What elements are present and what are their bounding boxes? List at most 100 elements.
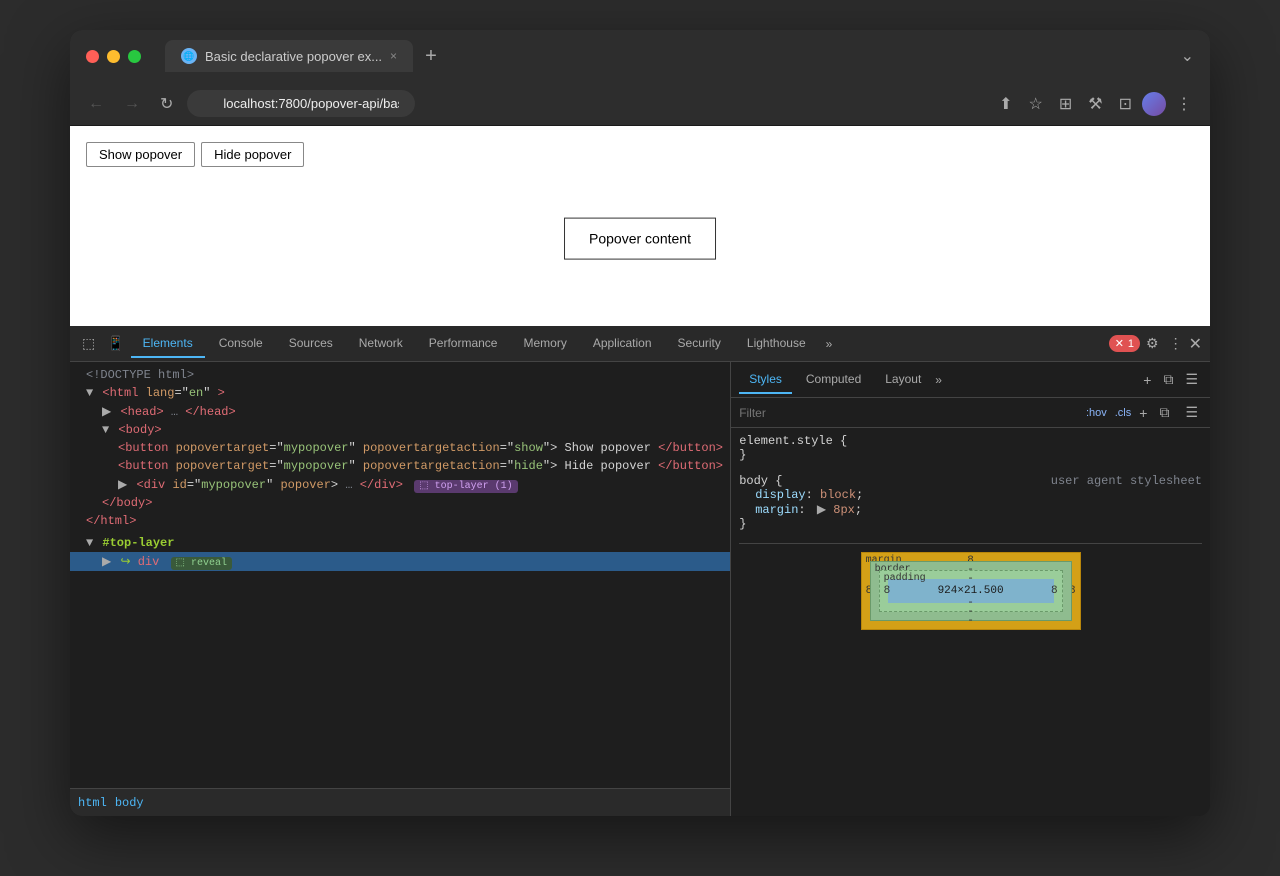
styles-hov-button[interactable]: :hov	[1086, 407, 1107, 419]
styles-tab-styles[interactable]: Styles	[739, 366, 792, 394]
page-buttons: Show popover Hide popover	[86, 142, 1194, 167]
css-display-prop[interactable]: display: block;	[739, 488, 1202, 502]
breadcrumb-body[interactable]: body	[115, 796, 144, 810]
dom-content: <!DOCTYPE html> ▼ <html lang="en" > ▶ <h…	[70, 362, 730, 788]
traffic-lights	[86, 50, 141, 63]
browser-tab[interactable]: 🌐 Basic declarative popover ex... ×	[165, 40, 413, 72]
bookmark-button[interactable]: ☆	[1023, 90, 1049, 118]
devtools-settings-button[interactable]: ⚙	[1142, 331, 1163, 356]
css-rule-body: body { user agent stylesheet display: bl…	[739, 474, 1202, 531]
devtools-inspect-icon[interactable]: ⬚	[78, 331, 99, 356]
css-rule-element-style: element.style { }	[739, 434, 1202, 462]
styles-cls-button[interactable]: .cls	[1115, 407, 1132, 419]
padding-label: padding	[884, 573, 926, 584]
styles-filter-input[interactable]	[739, 406, 1078, 420]
minimize-button[interactable]	[107, 50, 120, 63]
devtools-tabs-bar: ⬚ 📱 Elements Console Sources Network Per…	[70, 326, 1210, 362]
styles-layout-icon-button[interactable]: ☰	[1181, 402, 1202, 423]
margin-bottom-value: -	[967, 615, 974, 627]
page-content: Show popover Hide popover Popover conten…	[70, 126, 1210, 326]
dom-body-close[interactable]: </body>	[70, 494, 730, 512]
css-margin-prop[interactable]: margin: ▶ 8px;	[739, 502, 1202, 517]
dom-button-show[interactable]: <button popovertarget="mypopover" popove…	[70, 439, 730, 457]
address-wrapper: ⓘ	[187, 90, 985, 117]
padding-left-value: 8	[884, 585, 891, 597]
show-popover-button[interactable]: Show popover	[86, 142, 195, 167]
tab-network[interactable]: Network	[347, 330, 415, 358]
styles-filter-bar: :hov .cls + ⧉ ☰	[731, 398, 1210, 428]
nav-actions: ⬆ ☆ ⊞ ⚒ ⊡ ⋮	[993, 90, 1198, 118]
styles-tab-actions: + ⧉ ☰	[1139, 369, 1202, 390]
tab-memory[interactable]: Memory	[511, 330, 578, 358]
box-model-container: margin 8 8 8 border - pa	[739, 543, 1202, 638]
dom-panel: <!DOCTYPE html> ▼ <html lang="en" > ▶ <h…	[70, 362, 731, 816]
devtools-button[interactable]: ⚒	[1082, 90, 1108, 118]
styles-layout-button[interactable]: ☰	[1181, 369, 1202, 390]
address-bar[interactable]	[187, 90, 415, 117]
tab-performance[interactable]: Performance	[417, 330, 510, 358]
content-size: 924×21.500	[938, 585, 1004, 597]
tab-console[interactable]: Console	[207, 330, 275, 358]
dom-head-tag[interactable]: ▶ <head> … </head>	[70, 402, 730, 421]
devtools-more-tabs-button[interactable]: »	[820, 333, 839, 355]
box-margin: margin 8 8 8 border - pa	[861, 552, 1081, 630]
styles-new-rule-button[interactable]: +	[1139, 369, 1155, 390]
devtools-close-button[interactable]: ✕	[1189, 334, 1202, 354]
close-button[interactable]	[86, 50, 99, 63]
dom-div-mypopover[interactable]: ▶ <div id="mypopover" popover> … </div> …	[70, 475, 730, 494]
forward-button[interactable]: →	[118, 91, 146, 117]
reload-button[interactable]: ↻	[154, 90, 179, 118]
devtools-icon-buttons: ⬚ 📱	[78, 331, 129, 356]
dom-html-tag[interactable]: ▼ <html lang="en" >	[70, 384, 730, 402]
tabs-area: 🌐 Basic declarative popover ex... × +	[165, 40, 1173, 72]
new-tab-button[interactable]: +	[417, 41, 445, 72]
tab-favicon: 🌐	[181, 48, 197, 64]
back-button[interactable]: ←	[82, 91, 110, 117]
breadcrumb-html[interactable]: html	[78, 796, 107, 810]
dom-button-hide[interactable]: <button popovertarget="mypopover" popove…	[70, 457, 730, 475]
devtools-more-button[interactable]: ⋮	[1165, 331, 1187, 356]
error-badge[interactable]: ✕ 1	[1109, 335, 1140, 352]
css-body-selector[interactable]: body {	[739, 474, 782, 488]
dom-body-tag[interactable]: ▼ <body>	[70, 421, 730, 439]
profile-avatar[interactable]	[1142, 92, 1166, 116]
dom-html-close[interactable]: </html>	[70, 512, 730, 530]
popover-box: Popover content	[564, 218, 716, 260]
error-x-icon: ✕	[1115, 337, 1124, 350]
devtools-body: <!DOCTYPE html> ▼ <html lang="en" > ▶ <h…	[70, 362, 1210, 816]
tab-sources[interactable]: Sources	[277, 330, 345, 358]
styles-copy-button[interactable]: ⧉	[1159, 369, 1177, 390]
tab-security[interactable]: Security	[666, 330, 733, 358]
padding-right-value: 8	[1051, 585, 1058, 597]
css-element-style-selector[interactable]: element.style {	[739, 434, 1202, 448]
share-button[interactable]: ⬆	[993, 90, 1018, 118]
browser-window: 🌐 Basic declarative popover ex... × + ⌄ …	[70, 30, 1210, 816]
tab-lighthouse[interactable]: Lighthouse	[735, 330, 818, 358]
styles-more-tabs-button[interactable]: »	[935, 373, 942, 387]
styles-copy-styles-button[interactable]: ⧉	[1155, 402, 1173, 423]
maximize-button[interactable]	[128, 50, 141, 63]
reveal-badge[interactable]: ⬚ reveal	[171, 557, 232, 570]
styles-sub-tabs: Styles Computed Layout » + ⧉ ☰	[731, 362, 1210, 398]
dom-doctype[interactable]: <!DOCTYPE html>	[70, 366, 730, 384]
devtools-device-icon[interactable]: 📱	[103, 331, 128, 356]
box-model: margin 8 8 8 border - pa	[861, 552, 1081, 630]
title-bar: 🌐 Basic declarative popover ex... × + ⌄	[70, 30, 1210, 82]
tab-elements[interactable]: Elements	[131, 330, 205, 358]
browser-more-button[interactable]: ⋮	[1170, 90, 1198, 118]
top-layer-badge[interactable]: ⬚ top-layer (1)	[414, 480, 517, 493]
tab-close-icon[interactable]: ×	[390, 49, 397, 63]
styles-tab-layout[interactable]: Layout	[875, 366, 931, 394]
tab-application[interactable]: Application	[581, 330, 664, 358]
hide-popover-button[interactable]: Hide popover	[201, 142, 304, 167]
styles-tab-computed[interactable]: Computed	[796, 366, 871, 394]
box-border: border - padding - 8 8	[870, 561, 1072, 621]
css-element-style-close: }	[739, 448, 1202, 462]
styles-content: element.style { } body { user agent styl…	[731, 428, 1210, 816]
dom-top-layer-section[interactable]: ▼ #top-layer	[70, 534, 730, 552]
styles-add-button[interactable]: +	[1139, 405, 1147, 421]
extensions-button[interactable]: ⊞	[1053, 90, 1078, 118]
dom-top-layer-div[interactable]: ▶ ↪ div ⬚ reveal	[70, 552, 730, 571]
tab-list-button[interactable]: ⌄	[1181, 46, 1194, 66]
split-view-button[interactable]: ⊡	[1113, 90, 1138, 118]
